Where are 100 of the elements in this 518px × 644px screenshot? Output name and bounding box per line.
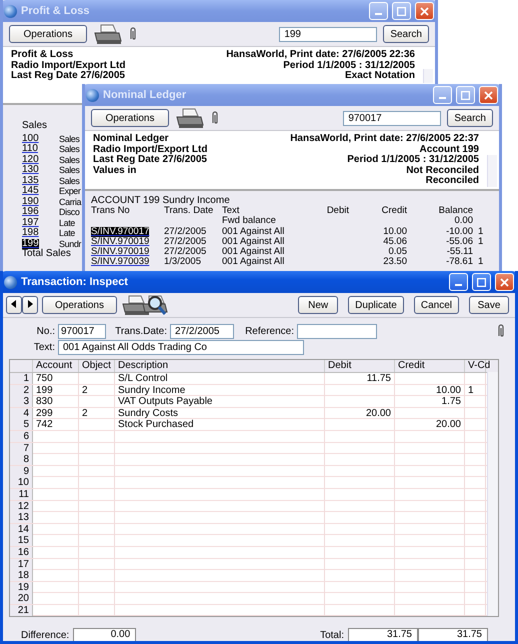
printer-icon[interactable] <box>93 23 123 45</box>
paperclip-icon[interactable] <box>497 324 505 338</box>
header-text: Reconciled <box>426 176 479 186</box>
table-cell[interactable]: 11.75 <box>325 373 395 384</box>
account-link[interactable]: 198 <box>22 228 39 238</box>
account-name: Exper <box>59 186 81 196</box>
close-button[interactable] <box>415 2 434 20</box>
transaction-link[interactable]: S/INV.970019 <box>91 247 150 258</box>
table-cell[interactable]: 199 <box>33 384 79 396</box>
table-cell-text: 27/2/2005 <box>164 236 208 247</box>
row-number: 6 <box>10 430 33 442</box>
header-text: Not Reconciled <box>406 166 479 176</box>
table-cell[interactable]: 742 <box>33 419 79 430</box>
search-field[interactable]: 970017 <box>343 110 442 126</box>
row-number: 12 <box>10 500 33 512</box>
account-link[interactable]: 110 <box>22 144 38 154</box>
field-label: Trans.Date: <box>114 326 167 336</box>
account-link[interactable]: 196 <box>22 207 39 218</box>
toolbar-button[interactable]: Duplicate <box>348 296 404 314</box>
account-name: Sales <box>59 165 80 176</box>
table-cell[interactable]: Sundry Costs <box>115 408 325 419</box>
previous-button[interactable] <box>6 296 22 314</box>
close-button[interactable] <box>495 273 514 291</box>
table-cell[interactable]: 2 <box>79 408 115 419</box>
toolbar-button[interactable]: New <box>298 296 338 314</box>
text-field[interactable]: 001 Against All Odds Trading Co <box>58 340 304 354</box>
transaction-link[interactable]: S/INV.970039 <box>91 257 150 268</box>
account-link[interactable]: 135 <box>22 176 39 186</box>
scrollbar[interactable] <box>487 372 498 616</box>
paperclip-icon[interactable] <box>129 27 137 41</box>
printer-preview-icon[interactable] <box>121 294 169 316</box>
table-cell-text: 23.50 <box>382 257 407 268</box>
maximize-button[interactable] <box>392 2 411 20</box>
toolbar-button[interactable]: Cancel <box>414 296 459 314</box>
operations-button[interactable]: Operations <box>9 25 87 43</box>
minimize-icon <box>439 97 446 99</box>
printer-icon[interactable] <box>175 107 205 129</box>
app-icon <box>4 4 17 18</box>
table-cell-text: 001 Against All <box>222 257 286 268</box>
row-number: 7 <box>10 442 33 454</box>
table-cell-text: 0.00 <box>454 216 473 227</box>
account-link[interactable]: 130 <box>22 165 39 176</box>
search-button[interactable]: Search <box>447 109 493 127</box>
left-arrow-icon <box>11 300 17 308</box>
account-link[interactable]: 190 <box>22 196 39 207</box>
header-text: Period 1/1/2005 : 31/12/2005 <box>347 155 479 166</box>
table-cell[interactable]: 20.00 <box>395 419 465 430</box>
transaction-link[interactable]: S/INV.970017 <box>91 226 150 237</box>
table-cell[interactable]: Stock Purchased <box>115 419 325 430</box>
minimize-button[interactable] <box>433 86 452 104</box>
table-cell[interactable]: VAT Outputs Payable <box>115 396 325 408</box>
table-cell[interactable]: S/L Control <box>115 373 325 384</box>
search-button[interactable]: Search <box>383 25 429 43</box>
table-cell-text: 0.05 <box>388 247 407 258</box>
search-field[interactable]: 199 <box>279 26 378 42</box>
table-cell-text: 001 Against All <box>222 226 286 237</box>
scrollbar[interactable] <box>423 69 433 83</box>
table-cell-text: 27/2/2005 <box>164 226 208 237</box>
total-debit-value: 31.75 <box>348 628 418 641</box>
account-link[interactable]: 120 <box>22 154 39 165</box>
operations-button[interactable]: Operations <box>91 109 169 127</box>
operations-button[interactable]: Operations <box>42 296 117 314</box>
column-header: Object <box>79 360 115 372</box>
total-label: Total Sales <box>22 249 71 260</box>
account-link[interactable]: 199 <box>22 238 39 249</box>
table-cell[interactable]: Sundry Income <box>115 384 325 396</box>
maximize-button[interactable] <box>456 86 475 104</box>
row-number: 18 <box>10 570 33 582</box>
account-link[interactable]: 100 <box>22 134 39 144</box>
table-cell-text: 1 <box>477 257 484 268</box>
maximize-button[interactable] <box>472 273 491 291</box>
table-cell[interactable]: 299 <box>33 408 79 419</box>
transaction-link[interactable]: S/INV.970019 <box>91 236 150 248</box>
number-field[interactable]: 970017 <box>58 324 106 338</box>
table-cell[interactable]: 750 <box>33 373 79 384</box>
table-cell-text: 27/2/2005 <box>164 247 208 258</box>
table-cell[interactable]: 2 <box>79 384 115 396</box>
account-name: Late <box>59 218 75 228</box>
table-cell[interactable]: 1 <box>465 384 486 396</box>
minimize-button[interactable] <box>369 2 388 20</box>
scrollbar[interactable] <box>487 155 497 187</box>
next-button[interactable] <box>22 296 38 314</box>
minimize-icon <box>455 284 462 286</box>
table-cell[interactable]: 20.00 <box>325 408 395 419</box>
table-cell[interactable]: 830 <box>33 396 79 408</box>
table-cell-text: 001 Against All <box>222 236 286 247</box>
table-cell[interactable]: 10.00 <box>395 384 465 396</box>
minimize-button[interactable] <box>449 273 468 291</box>
account-link[interactable]: 197 <box>22 218 39 228</box>
table-cell-text: 1/3/2005 <box>164 257 202 268</box>
account-link[interactable]: 145 <box>22 186 39 196</box>
close-button[interactable] <box>479 86 498 104</box>
reference-field[interactable] <box>297 324 377 338</box>
paperclip-icon[interactable] <box>211 111 219 125</box>
date-field[interactable]: 27/2/2005 <box>170 324 234 338</box>
toolbar-button[interactable]: Save <box>469 296 509 314</box>
header-text: Radio Import/Export Ltd <box>11 60 126 70</box>
column-header: Credit <box>395 360 465 372</box>
window-title: Nominal Ledger <box>103 89 188 101</box>
table-cell[interactable]: 1.75 <box>395 396 465 408</box>
